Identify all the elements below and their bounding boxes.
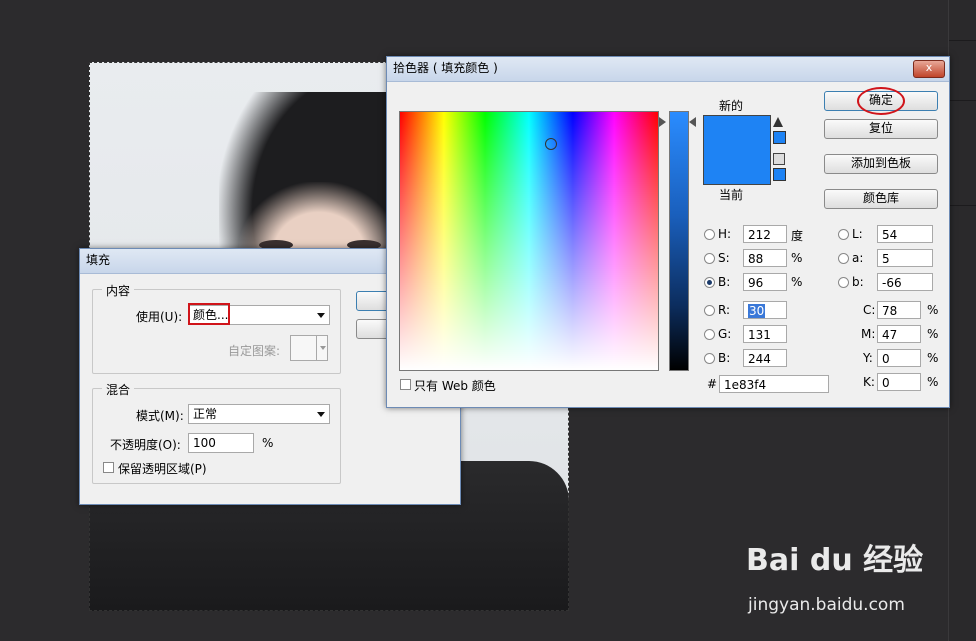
web-only-label: 只有 Web 颜色 [414, 379, 496, 393]
m-input[interactable]: 47 [877, 325, 921, 343]
warning-icon[interactable] [773, 117, 783, 127]
hex-input[interactable]: 1e83f4 [719, 375, 829, 393]
h-label: H: [718, 227, 732, 241]
b-label: B: [718, 275, 731, 289]
blue-input[interactable]: 244 [743, 349, 787, 367]
content-group-title: 内容 [102, 282, 135, 299]
k-label: K: [863, 375, 875, 389]
blend-group-title: 混合 [102, 381, 135, 398]
lab-b-input[interactable]: -66 [877, 273, 933, 291]
mode-label: 模式(M): [136, 409, 184, 423]
l-radio[interactable] [838, 229, 849, 240]
chevron-down-icon [317, 412, 325, 417]
picker-titlebar[interactable]: 拾色器 ( 填充颜色 ) x [387, 57, 949, 82]
mode-select-value: 正常 [193, 407, 218, 421]
b-input[interactable]: 96 [743, 273, 787, 291]
pattern-divider [316, 336, 317, 360]
opacity-input[interactable]: 100 [188, 433, 254, 453]
color-libraries-button[interactable]: 颜色库 [824, 189, 938, 209]
blue-radio[interactable] [704, 353, 715, 364]
chevron-down-icon [317, 313, 325, 318]
r-input[interactable]: 30 [743, 301, 787, 319]
slider-left-arrow-icon[interactable] [659, 117, 666, 127]
picker-title: 拾色器 ( 填充颜色 ) [393, 61, 498, 75]
current-color-swatch[interactable] [703, 150, 771, 185]
web-only-checkbox[interactable] [400, 379, 411, 390]
b-radio[interactable] [704, 277, 715, 288]
slider-right-arrow-icon[interactable] [689, 117, 696, 127]
r-input-selection: 30 [748, 304, 766, 318]
m-unit: % [927, 327, 939, 341]
color-field[interactable] [399, 111, 659, 371]
y-input[interactable]: 0 [877, 349, 921, 367]
k-input[interactable]: 0 [877, 373, 921, 391]
hex-prefix: # [707, 377, 718, 391]
k-unit: % [927, 375, 939, 389]
opacity-label: 不透明度(O): [110, 438, 181, 452]
h-input[interactable]: 212 [743, 225, 787, 243]
custom-pattern-label: 自定图案: [228, 344, 281, 358]
a-label: a: [852, 251, 864, 265]
right-panel-strip [948, 0, 976, 641]
c-label: C: [863, 303, 876, 317]
h-unit: 度 [791, 229, 804, 243]
b-unit: % [791, 275, 803, 289]
y-label: Y: [863, 351, 873, 365]
watermark-url: jingyan.baidu.com [748, 595, 905, 615]
brightness-overlay [400, 112, 658, 370]
blue-label: B: [718, 351, 731, 365]
color-picker-dialog: 拾色器 ( 填充颜色 ) x 新的 当前 确定 复位 添加到色板 颜色库 H: … [386, 56, 950, 408]
g-radio[interactable] [704, 329, 715, 340]
l-input[interactable]: 54 [877, 225, 933, 243]
s-unit: % [791, 251, 803, 265]
s-input[interactable]: 88 [743, 249, 787, 267]
s-radio[interactable] [704, 253, 715, 264]
brightness-slider[interactable] [669, 111, 689, 371]
use-label: 使用(U): [136, 310, 183, 324]
preserve-transparency-checkbox[interactable] [103, 462, 114, 473]
custom-pattern-picker[interactable] [290, 335, 328, 361]
content-group [92, 289, 341, 374]
preserve-transparency-label: 保留透明区域(P) [118, 462, 207, 476]
a-input[interactable]: 5 [877, 249, 933, 267]
h-radio[interactable] [704, 229, 715, 240]
lab-b-radio[interactable] [838, 277, 849, 288]
mode-select[interactable]: 正常 [188, 404, 330, 424]
g-input[interactable]: 131 [743, 325, 787, 343]
a-radio[interactable] [838, 253, 849, 264]
l-label: L: [852, 227, 863, 241]
chevron-down-icon [320, 346, 326, 350]
r-radio[interactable] [704, 305, 715, 316]
g-label: G: [718, 327, 732, 341]
c-input[interactable]: 78 [877, 301, 921, 319]
r-label: R: [718, 303, 731, 317]
new-color-label: 新的 [719, 99, 744, 113]
reset-button[interactable]: 复位 [824, 119, 938, 139]
y-unit: % [927, 351, 939, 365]
gamut-swatch[interactable] [773, 131, 786, 144]
close-button[interactable]: x [913, 60, 945, 78]
opacity-unit: % [262, 436, 274, 450]
c-unit: % [927, 303, 939, 317]
lab-b-label: b: [852, 275, 864, 289]
s-label: S: [718, 251, 730, 265]
highlight-box [188, 303, 230, 325]
add-to-swatches-button[interactable]: 添加到色板 [824, 154, 938, 174]
fill-dialog-title: 填充 [86, 253, 111, 267]
color-cursor-icon[interactable] [545, 138, 557, 150]
m-label: M: [861, 327, 876, 341]
highlight-ellipse [857, 87, 905, 115]
new-color-swatch [703, 115, 771, 151]
watermark-brand: Bai du 经验 [746, 543, 924, 578]
web-cube-icon[interactable] [773, 153, 785, 165]
current-color-label: 当前 [719, 188, 744, 202]
web-safe-swatch[interactable] [773, 168, 786, 181]
